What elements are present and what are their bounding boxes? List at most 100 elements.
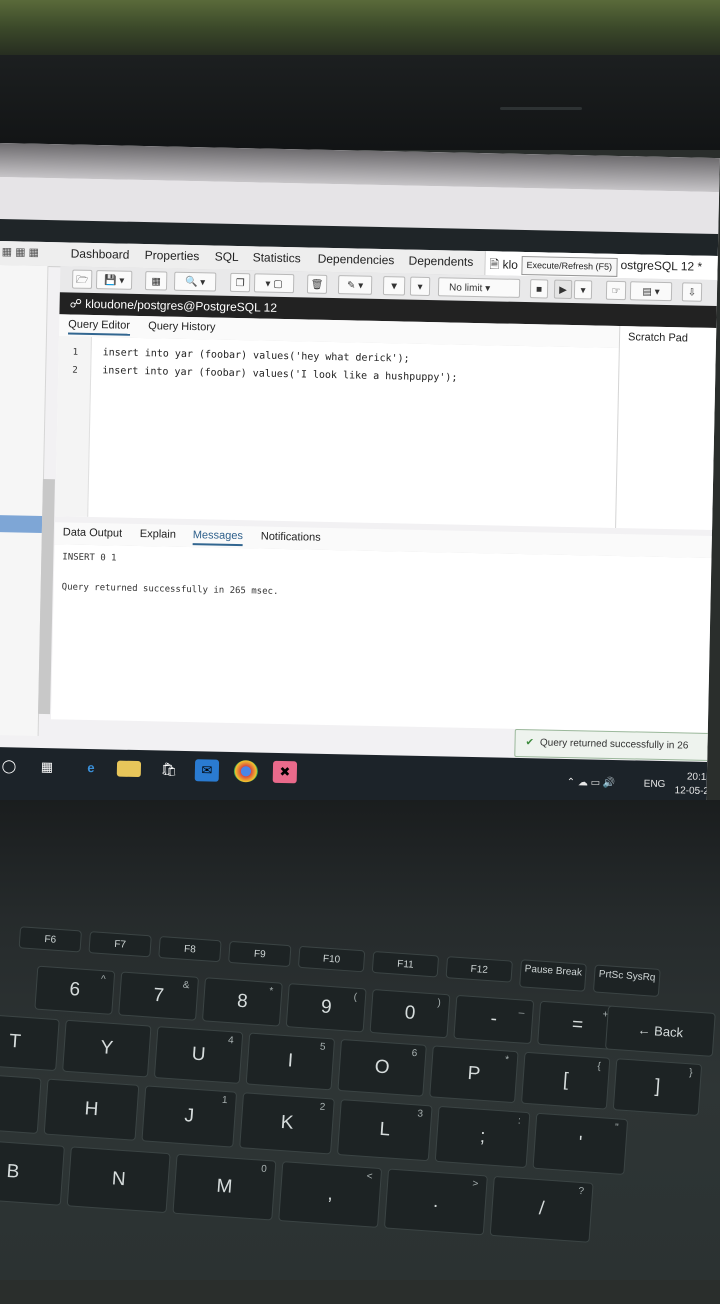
tab-dashboard[interactable]: Dashboard [71, 247, 130, 262]
filter-button[interactable]: ▼ [382, 276, 406, 296]
key-i[interactable]: I5 [245, 1032, 336, 1091]
key-6[interactable]: 6 ^ [34, 965, 116, 1015]
commit-button[interactable]: ▤ ▾ [629, 281, 673, 302]
key-symbol[interactable]: - _ [453, 994, 535, 1045]
filter-dropdown[interactable]: ▾ [409, 276, 431, 297]
key-sub-label: ^ [100, 974, 106, 986]
key-main-label: G [0, 1091, 2, 1114]
key-9[interactable]: 9( [285, 983, 367, 1033]
key-f9[interactable]: F9 [228, 940, 292, 968]
tab-properties[interactable]: Properties [145, 248, 200, 263]
key-f11[interactable]: F11 [371, 950, 440, 978]
key-f12[interactable]: F12 [445, 956, 513, 983]
task-view-icon[interactable]: ▦ [35, 756, 59, 778]
clock-time[interactable]: 20:15 [687, 772, 712, 784]
key-main-label: [ [562, 1069, 570, 1091]
key-7[interactable]: 7 & [118, 971, 200, 1021]
key-8[interactable]: 8 * [201, 977, 283, 1027]
tab-query-history[interactable]: Query History [148, 320, 215, 333]
clock-date[interactable]: 12-05-2 [674, 785, 709, 797]
edit-button[interactable]: ✎ ▾ [337, 275, 373, 295]
key-main-label: B [5, 1160, 21, 1183]
key-sub-label: & [182, 979, 190, 992]
stop-button[interactable]: ■ [529, 279, 549, 299]
panel-icons[interactable]: ▦ ▦ ▦ [2, 245, 40, 259]
key-symbol[interactable]: , < [278, 1161, 383, 1228]
key-l[interactable]: L3 [336, 1099, 433, 1162]
execute-button[interactable]: ▶ [553, 279, 573, 300]
key-p[interactable]: P * [429, 1045, 519, 1104]
open-file-button[interactable]: 🗁 [71, 269, 93, 289]
tab-statistics[interactable]: Statistics [253, 250, 301, 265]
tab-data-output[interactable]: Data Output [63, 526, 123, 539]
delete-button[interactable]: 🗑 [306, 274, 328, 294]
key-k[interactable]: K2 [239, 1092, 335, 1155]
key-main-label: I [287, 1050, 294, 1072]
chrome-icon[interactable] [233, 760, 259, 783]
key-0[interactable]: 0) [369, 988, 451, 1039]
tab-explain[interactable]: Explain [140, 528, 176, 541]
key-g[interactable]: G [0, 1071, 42, 1134]
save-button[interactable]: 💾 ▾ [95, 270, 133, 290]
key-symbol[interactable]: ]} [612, 1058, 703, 1117]
key-o[interactable]: O6 [337, 1038, 427, 1097]
store-icon[interactable]: 🛍 [157, 758, 181, 780]
key-symbol[interactable]: . > [383, 1168, 488, 1236]
download-button[interactable]: ⇩ [681, 282, 703, 302]
language-indicator[interactable]: ENG [644, 779, 666, 790]
app-icon[interactable]: ✖ [272, 760, 298, 784]
key-f8[interactable]: F8 [158, 936, 222, 963]
key-b[interactable]: B [0, 1138, 65, 1206]
row-limit-select[interactable]: No limit ▾ [437, 277, 521, 298]
key-f6[interactable]: F6 [18, 926, 82, 953]
tab-messages[interactable]: Messages [192, 529, 244, 547]
success-message: Query returned successfully in 265 msec. [61, 582, 279, 597]
key-backspace[interactable]: ← Back [604, 1005, 716, 1057]
scratch-pad[interactable]: Scratch Pad [615, 326, 718, 531]
success-toast[interactable]: ✔ Query returned successfully in 26 [514, 728, 717, 762]
edit-grid-button[interactable]: ▦ [144, 271, 168, 291]
key-main-label: = [571, 1014, 584, 1036]
key-u[interactable]: U4 [153, 1026, 244, 1084]
key-symbol[interactable]: /? [489, 1175, 594, 1243]
mail-icon[interactable]: ✉ [194, 759, 220, 782]
key-f7[interactable]: F7 [88, 931, 152, 958]
key-j[interactable]: J1 [141, 1085, 238, 1148]
edge-icon[interactable]: e [79, 757, 103, 779]
bezel-slot [500, 107, 582, 110]
sql-editor[interactable]: 1 2 insert into yar (foobar) values('hey… [55, 336, 619, 528]
key-prtsc[interactable]: PrtSc SysRq [592, 964, 661, 997]
code-line[interactable]: insert into yar (foobar) values('I look … [102, 365, 457, 383]
tab-notifications[interactable]: Notifications [261, 531, 321, 544]
tab-dependencies[interactable]: Dependencies [318, 252, 395, 268]
key-main-label: J [183, 1105, 195, 1127]
tab-dependents[interactable]: Dependents [408, 254, 473, 269]
find-button[interactable]: 🔍 ▾ [173, 271, 217, 292]
tab-sql[interactable]: SQL [215, 250, 239, 264]
key-symbol[interactable]: [{ [520, 1051, 611, 1110]
tab-query-editor[interactable]: Query Editor [68, 318, 131, 336]
key-symbol[interactable]: ' " [532, 1112, 629, 1176]
key-y[interactable]: Y [62, 1019, 152, 1078]
execute-dropdown[interactable]: ▾ [573, 280, 593, 300]
key-sub-label: { [597, 1060, 602, 1073]
key-h[interactable]: H [43, 1078, 140, 1141]
key-main-label: , [326, 1183, 334, 1205]
paste-button[interactable]: ▾ ▢ [253, 273, 295, 294]
copy-button[interactable]: ❐ [229, 272, 251, 293]
key-f10[interactable]: F10 [297, 945, 366, 973]
key-sub-label: 1 [221, 1094, 228, 1107]
key-pause-break[interactable]: Pause Break [519, 959, 587, 992]
key-n[interactable]: N [66, 1146, 171, 1214]
tree-selected-row[interactable] [0, 514, 43, 533]
key-symbol[interactable]: ;: [434, 1105, 531, 1169]
explain-button[interactable]: ☞ [605, 280, 627, 301]
code-line[interactable]: insert into yar (foobar) values('hey wha… [103, 347, 410, 364]
messages-panel: INSERT 0 1 Query returned successfully i… [50, 544, 712, 733]
system-tray-icons[interactable]: ⌃ ☁ ▭ 🔊 [567, 777, 616, 789]
line-number: 1 [72, 347, 79, 358]
search-circle-icon[interactable]: ◯ [0, 755, 21, 777]
key-m[interactable]: M0 [172, 1153, 277, 1221]
key-t[interactable]: T [0, 1013, 60, 1072]
file-explorer-icon[interactable] [116, 760, 142, 778]
